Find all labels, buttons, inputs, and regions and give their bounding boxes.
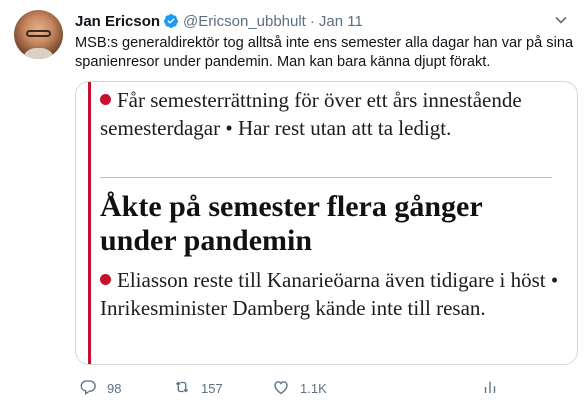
red-bullet-icon — [100, 274, 111, 285]
article-paragraph-2-text: Eliasson reste till Kanarieöarna även ti… — [100, 268, 559, 320]
avatar[interactable] — [14, 10, 63, 59]
article-paragraph-1: Får semesterrättning för över ett års in… — [100, 86, 560, 142]
avatar-glasses — [26, 30, 51, 37]
chevron-down-icon[interactable] — [551, 10, 571, 30]
article-paragraph-1-text: Får semesterrättning för över ett års in… — [100, 88, 522, 140]
tweet-actions: 98 157 1.1K — [75, 375, 580, 401]
article-paragraph-2: Eliasson reste till Kanarieöarna även ti… — [100, 266, 560, 322]
tweet-text: MSB:s generaldirektör tog alltså inte en… — [75, 35, 574, 70]
heart-icon — [272, 378, 290, 399]
verified-badge-icon — [163, 13, 179, 29]
analytics-button[interactable] — [481, 375, 499, 401]
tweet-header: Jan Ericson @Ericson_ubbhult · Jan 11 — [75, 11, 363, 31]
avatar-shirt — [22, 48, 55, 59]
like-count: 1.1K — [300, 380, 327, 396]
red-bullet-icon — [100, 94, 111, 105]
display-name[interactable]: Jan Ericson — [75, 13, 160, 30]
user-handle[interactable]: @Ericson_ubbhult — [183, 13, 306, 30]
separator: · — [309, 12, 315, 30]
retweet-button[interactable]: 157 — [173, 375, 223, 401]
like-button[interactable]: 1.1K — [272, 375, 327, 401]
retweet-count: 157 — [201, 380, 223, 396]
timestamp[interactable]: Jan 11 — [319, 13, 363, 30]
divider — [100, 177, 552, 178]
tweet[interactable]: Jan Ericson @Ericson_ubbhult · Jan 11 MS… — [0, 0, 587, 411]
article-headline: Åkte på semester flera gånger under pand… — [100, 190, 483, 257]
reply-count: 98 — [107, 380, 122, 396]
retweet-icon — [173, 378, 191, 399]
tweet-media-image[interactable]: Får semesterrättning för över ett års in… — [75, 81, 578, 365]
reply-icon — [79, 378, 97, 399]
reply-button[interactable]: 98 — [79, 375, 121, 401]
analytics-icon — [481, 378, 499, 399]
newspaper-red-bar — [88, 82, 91, 364]
